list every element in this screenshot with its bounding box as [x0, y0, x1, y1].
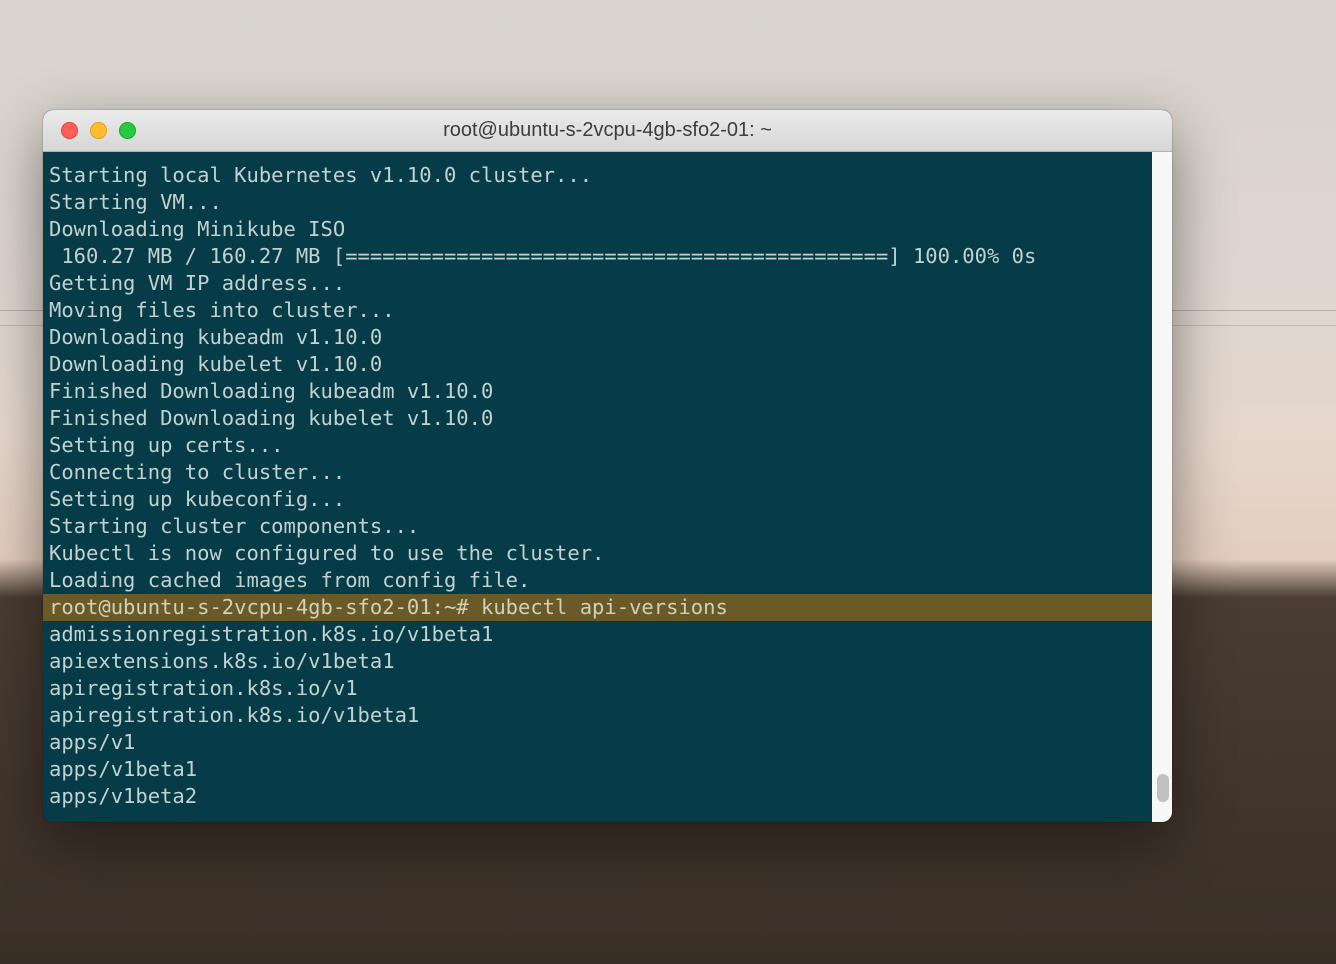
terminal-body[interactable]: Starting local Kubernetes v1.10.0 cluste…	[43, 152, 1172, 822]
terminal-window: root@ubuntu-s-2vcpu-4gb-sfo2-01: ~ Start…	[43, 110, 1172, 822]
terminal-line: Moving files into cluster...	[43, 297, 1152, 324]
terminal-line: apiextensions.k8s.io/v1beta1	[43, 648, 1152, 675]
terminal-line: apps/v1beta2	[43, 783, 1152, 810]
close-icon[interactable]	[61, 122, 78, 139]
window-titlebar[interactable]: root@ubuntu-s-2vcpu-4gb-sfo2-01: ~	[43, 110, 1172, 152]
terminal-line: apiregistration.k8s.io/v1beta1	[43, 702, 1152, 729]
terminal-line: apps/v1	[43, 729, 1152, 756]
terminal-line: Finished Downloading kubeadm v1.10.0	[43, 378, 1152, 405]
terminal-prompt-line: root@ubuntu-s-2vcpu-4gb-sfo2-01:~# kubec…	[43, 594, 1152, 621]
terminal-line: Loading cached images from config file.	[43, 567, 1152, 594]
terminal-line: Finished Downloading kubelet v1.10.0	[43, 405, 1152, 432]
terminal-line: Downloading kubelet v1.10.0	[43, 351, 1152, 378]
terminal-line: Downloading Minikube ISO	[43, 216, 1152, 243]
terminal-line: Setting up certs...	[43, 432, 1152, 459]
terminal-line: Starting VM...	[43, 189, 1152, 216]
terminal-line: Connecting to cluster...	[43, 459, 1152, 486]
terminal-output: Starting local Kubernetes v1.10.0 cluste…	[43, 162, 1172, 810]
terminal-line: Setting up kubeconfig...	[43, 486, 1152, 513]
traffic-lights	[43, 122, 136, 139]
terminal-line: admissionregistration.k8s.io/v1beta1	[43, 621, 1152, 648]
terminal-line: apiregistration.k8s.io/v1	[43, 675, 1152, 702]
terminal-line: 160.27 MB / 160.27 MB [=================…	[43, 243, 1152, 270]
terminal-line: Getting VM IP address...	[43, 270, 1152, 297]
terminal-line: apps/v1beta1	[43, 756, 1152, 783]
minimize-icon[interactable]	[90, 122, 107, 139]
terminal-line: Starting local Kubernetes v1.10.0 cluste…	[43, 162, 1152, 189]
terminal-line: Kubectl is now configured to use the clu…	[43, 540, 1152, 567]
window-title: root@ubuntu-s-2vcpu-4gb-sfo2-01: ~	[43, 119, 1172, 142]
fullscreen-icon[interactable]	[119, 122, 136, 139]
terminal-line: Starting cluster components...	[43, 513, 1152, 540]
terminal-line: Downloading kubeadm v1.10.0	[43, 324, 1152, 351]
